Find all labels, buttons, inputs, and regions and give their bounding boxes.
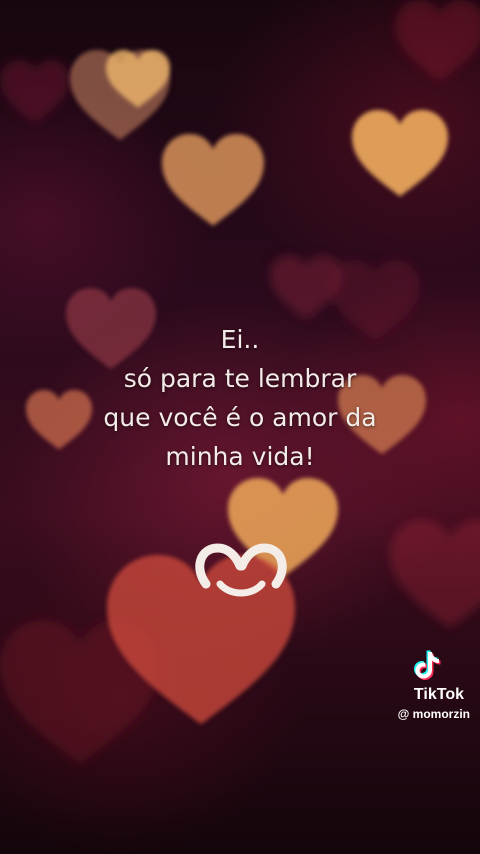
heart-icon (0, 60, 70, 123)
message-caption: Ei.. só para te lembrar que você é o amo… (40, 320, 440, 476)
tiktok-brand-label: TikTok (413, 686, 464, 703)
smiling-heart-logo-icon (195, 543, 287, 597)
message-line: minha vida! (165, 442, 315, 471)
tiktok-username: @ momorzin (397, 707, 470, 721)
message-line: só para te lembrar (123, 364, 357, 393)
heart-icon (352, 110, 448, 197)
message-line: Ei.. (220, 325, 260, 354)
tiktok-note-icon (414, 650, 441, 680)
heart-icon (395, 0, 480, 81)
heart-icon (390, 520, 480, 628)
heart-icon (162, 134, 264, 226)
message-line: que você é o amor da (103, 403, 377, 432)
